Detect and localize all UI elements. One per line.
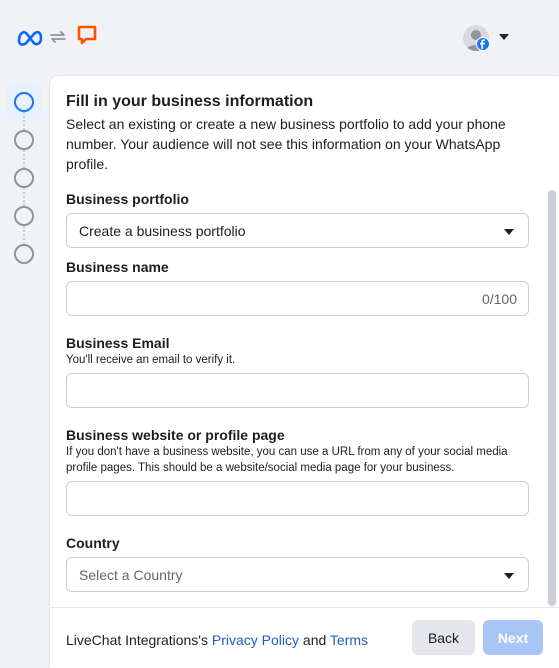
business-website-input[interactable] [66, 481, 529, 516]
business-email-input[interactable] [66, 373, 529, 408]
business-portfolio-select[interactable]: Create a business portfolio [66, 213, 529, 248]
chevron-down-icon [504, 229, 514, 235]
business-info-card: Fill in your business information Select… [50, 76, 559, 668]
privacy-policy-link[interactable]: Privacy Policy [212, 632, 299, 648]
footer-legal-text: LiveChat Integrations's Privacy Policy a… [66, 632, 368, 648]
business-email-help: You'll receive an email to verify it. [66, 354, 236, 366]
business-name-label: Business name [66, 259, 169, 275]
account-menu-caret-icon[interactable] [499, 34, 509, 40]
step-connector [23, 188, 25, 206]
form-scroll-area[interactable]: Fill in your business information Select… [50, 76, 559, 606]
country-select[interactable]: Select a Country [66, 557, 529, 592]
facebook-badge-icon [476, 37, 490, 51]
business-email-label: Business Email [66, 335, 170, 351]
step-2-indicator [14, 130, 34, 150]
business-portfolio-value: Create a business portfolio [79, 223, 246, 239]
footer-prefix: LiveChat Integrations's [66, 632, 212, 648]
card-footer: LiveChat Integrations's Privacy Policy a… [50, 607, 559, 668]
step-connector [23, 112, 25, 130]
scrollbar[interactable] [548, 190, 556, 606]
terms-link[interactable]: Terms [330, 632, 368, 648]
chevron-down-icon [504, 573, 514, 579]
business-portfolio-label: Business portfolio [66, 191, 189, 207]
page-subtitle: Select an existing or create a new busin… [66, 116, 506, 172]
business-website-help: If you don't have a business website, yo… [66, 446, 508, 474]
step-connector [23, 150, 25, 168]
back-button[interactable]: Back [412, 620, 475, 655]
step-3-indicator [14, 168, 34, 188]
livechat-logo-icon [77, 25, 97, 45]
business-name-input[interactable]: 0/100 [66, 281, 529, 316]
next-button[interactable]: Next [483, 620, 543, 655]
meta-logo-icon [17, 30, 43, 46]
step-5-indicator [14, 244, 34, 264]
step-connector [23, 226, 25, 244]
business-name-char-counter: 0/100 [481, 291, 517, 307]
business-website-label: Business website or profile page [66, 427, 285, 443]
country-placeholder: Select a Country [79, 567, 183, 583]
footer-and: and [299, 632, 330, 648]
step-1-indicator [14, 92, 34, 112]
swap-arrows-icon [50, 31, 66, 43]
country-label: Country [66, 535, 120, 551]
page-title: Fill in your business information [66, 93, 314, 110]
step-4-indicator [14, 206, 34, 226]
top-bar [0, 0, 559, 74]
